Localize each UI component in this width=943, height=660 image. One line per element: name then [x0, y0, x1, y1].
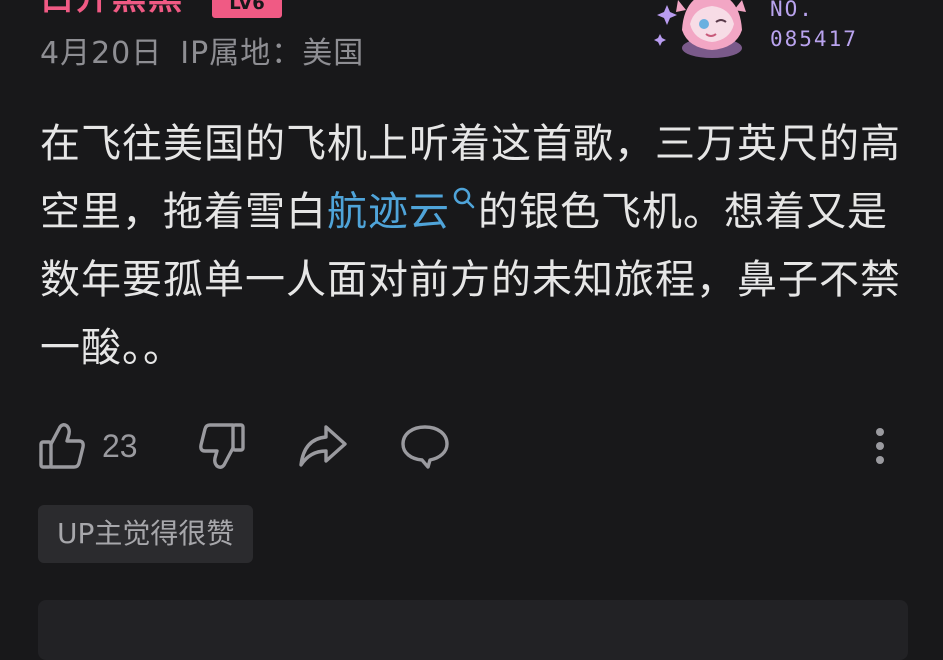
comment-text: 在飞往美国的飞机上听着这首歌，三万英尺的高空里，拖着雪白航迹云 的银色飞机。想着又… [40, 110, 910, 382]
like-count: 23 [102, 427, 138, 464]
ip-location: IP属地：美国 [180, 36, 365, 71]
search-link-label[interactable]: 航迹云 [327, 189, 450, 235]
search-icon [453, 187, 475, 209]
comment-date: 4月20日 [40, 36, 163, 71]
comment-actions: 23 [38, 418, 908, 474]
thumbs-up-icon [39, 423, 85, 469]
fan-number: NO. 085417 [770, 0, 858, 54]
share-button[interactable] [298, 418, 348, 474]
fan-number-label: NO. [770, 0, 814, 21]
fan-badge-decoration-icon [654, 0, 746, 58]
username[interactable]: 白并黑黑 [40, 0, 184, 18]
thumbs-down-icon [199, 423, 245, 469]
dislike-button[interactable] [198, 418, 246, 474]
level-badge: LV6 [212, 0, 282, 18]
more-options-button[interactable] [872, 418, 888, 474]
search-link[interactable]: 航迹云 [327, 187, 478, 235]
comment-bubble-icon [401, 425, 449, 469]
replies-preview-box[interactable] [38, 600, 908, 660]
like-button[interactable]: 23 [38, 418, 138, 474]
reply-button[interactable] [400, 418, 450, 474]
up-liked-tag: UP主觉得很赞 [38, 505, 254, 563]
comment-meta: 4月20日 IP属地：美国 [40, 34, 364, 74]
share-icon [299, 425, 347, 467]
fan-number-value: 085417 [770, 27, 858, 51]
more-vertical-icon [876, 428, 884, 464]
